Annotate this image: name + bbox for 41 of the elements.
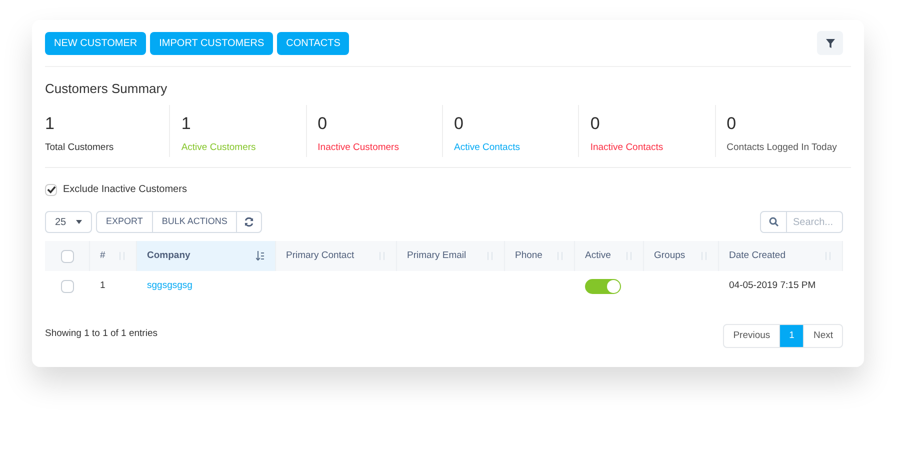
filter-button[interactable] [817, 31, 843, 55]
table-cell-text: 1 [100, 278, 106, 293]
toggle-switch[interactable] [585, 278, 621, 294]
filter-icon [826, 38, 834, 48]
column-header[interactable]: Groups [644, 241, 719, 271]
table-cell-text: 04-05-2019 7:15 PM [729, 278, 816, 293]
select-all-checkbox[interactable] [60, 250, 74, 262]
section-title: Customers Summary [45, 80, 168, 98]
column-header[interactable]: Phone [505, 241, 575, 271]
row-checkbox[interactable] [61, 280, 74, 292]
stat-value: 0 [454, 113, 464, 135]
column-header[interactable]: Date Created [719, 241, 843, 271]
stat-value: 0 [590, 113, 600, 135]
column-header[interactable]: Company [137, 241, 276, 271]
stat-value: 1 [45, 113, 54, 135]
stat-label: Active Contacts [454, 141, 521, 155]
table-button[interactable]: BULK ACTIONS [152, 212, 238, 232]
pagination-button[interactable]: Previous [724, 325, 780, 347]
checkbox[interactable] [45, 184, 57, 196]
refresh-icon [244, 217, 254, 227]
caret-icon [76, 220, 82, 224]
checkbox-label: Exclude Inactive Customers [63, 183, 187, 197]
stat-label: Contacts Logged In Today [726, 141, 838, 155]
stat-label: Total Customers [45, 141, 115, 155]
sort-ascending-icon [256, 251, 265, 261]
stat-value: 1 [181, 113, 191, 135]
stat-value: 0 [726, 113, 736, 135]
column-header[interactable]: Active [575, 241, 644, 271]
search-field[interactable]: Search... [787, 211, 843, 233]
entries-info: Showing 1 to 1 of 1 entries [45, 327, 158, 341]
column-header[interactable]: Primary Email [397, 241, 505, 271]
stat-label: Inactive Customers [318, 141, 400, 155]
stat-label: Active Customers [181, 141, 257, 155]
search-button[interactable] [760, 211, 787, 233]
table-button[interactable]: EXPORT [97, 212, 153, 232]
page-size-select[interactable]: 25 [45, 211, 92, 233]
column-header[interactable]: Primary Contact [276, 241, 397, 271]
search-icon [768, 217, 778, 227]
stat-label: Inactive Contacts [590, 141, 664, 155]
stat-value: 0 [318, 113, 328, 135]
pagination-button[interactable]: Next [803, 325, 842, 347]
